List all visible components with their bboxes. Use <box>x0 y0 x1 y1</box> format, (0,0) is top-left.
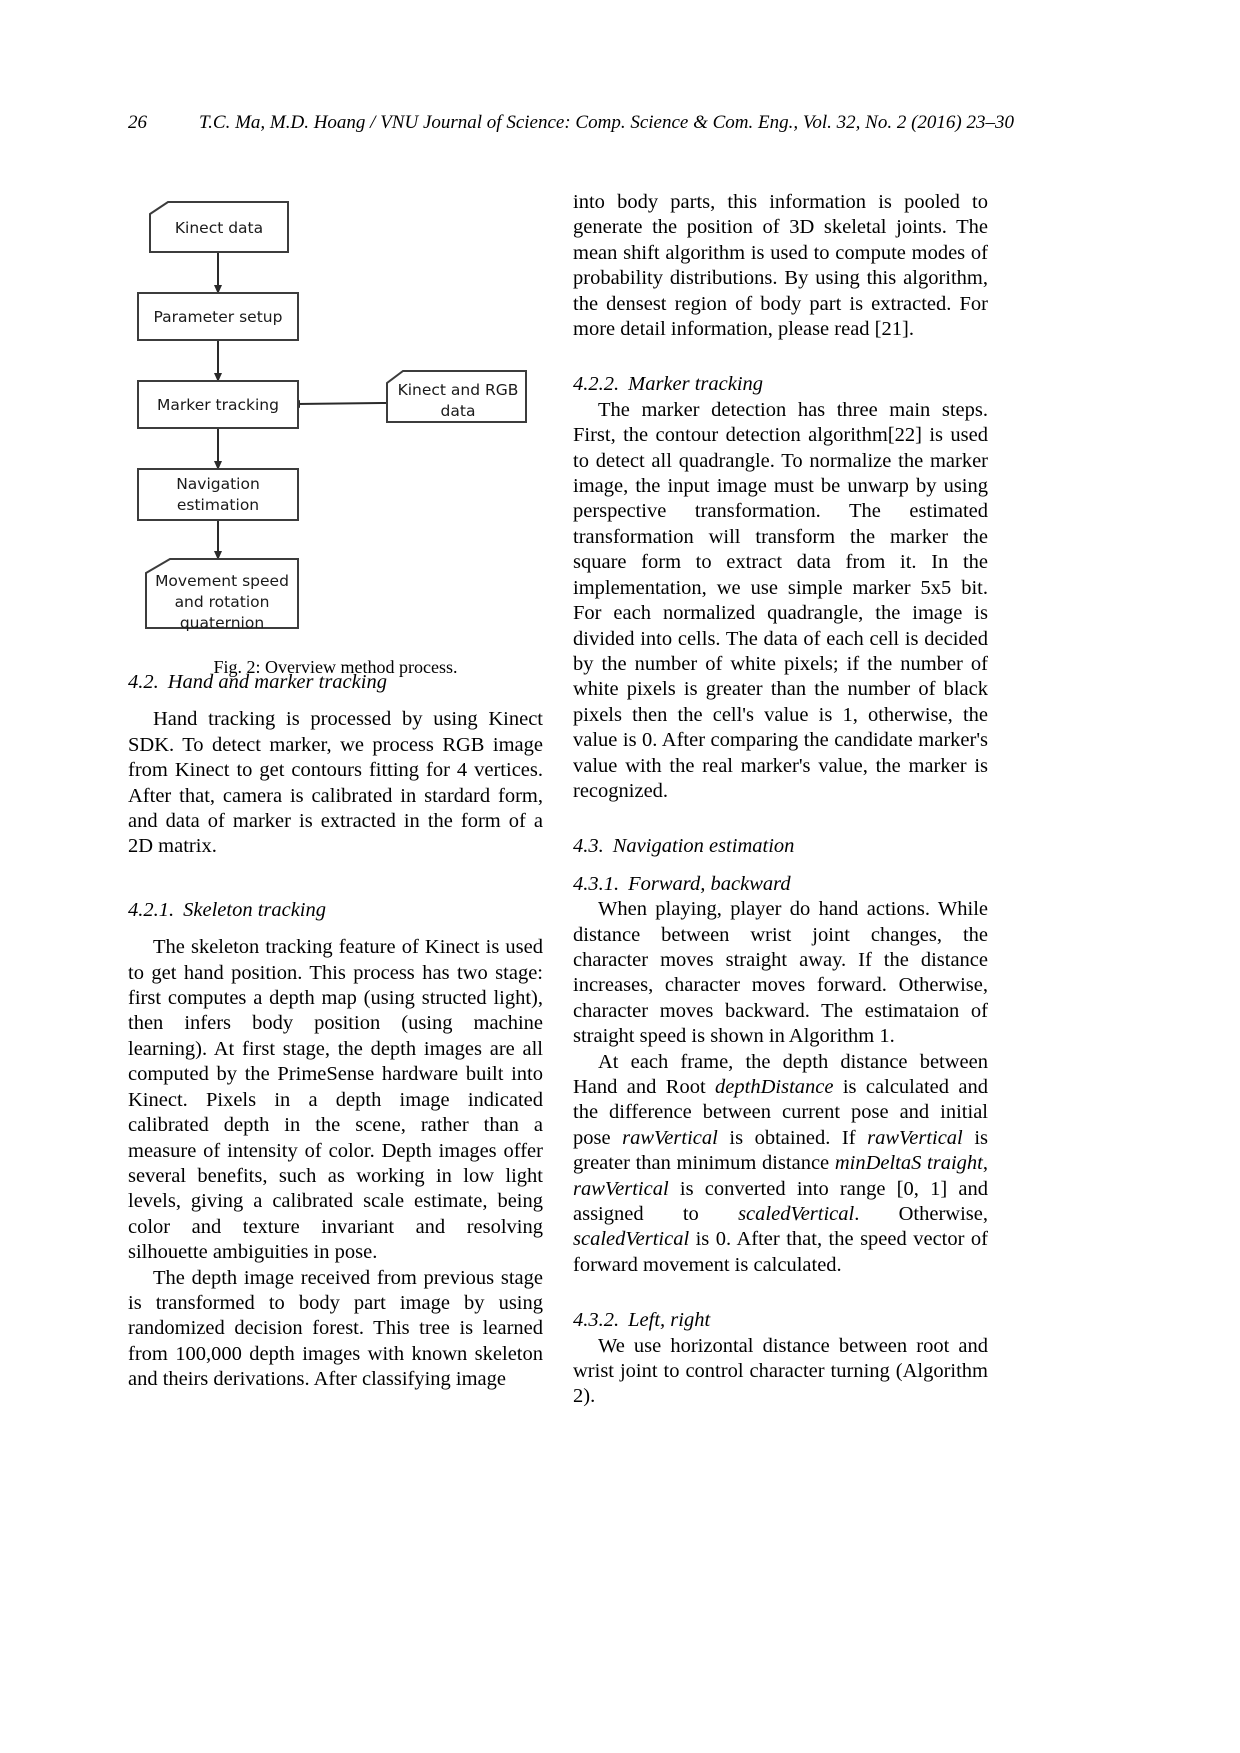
heading-4-3-1-number: 4.3.1. <box>573 872 620 895</box>
figure-2: Kinect data Parameter setup Marker track… <box>128 190 543 677</box>
connector-kinectdata-to-parametersetup <box>214 252 222 294</box>
page-number: 26 <box>128 112 147 133</box>
connector-navigationestimation-to-movementoutput <box>214 520 222 560</box>
flow-node-kinect-and-rgb-data-label-line1: Kinect and RGB <box>398 381 519 399</box>
flow-node-marker-tracking-label: Marker tracking <box>157 396 279 414</box>
figure-2-caption: Fig. 2: Overview method process. <box>213 657 458 677</box>
math-variable: rawVertical <box>573 1177 669 1200</box>
math-variable: rawVertical <box>867 1126 963 1149</box>
math-variable: minDeltaS traight <box>834 1152 983 1175</box>
math-variable: scaledVertical <box>573 1228 690 1251</box>
flowchart-diagram: Kinect data Parameter setup Marker track… <box>137 201 527 632</box>
heading-4-3-2: 4.3.2. Left, right <box>573 1308 988 1333</box>
flow-node-kinect-and-rgb-data-label-line2: data <box>441 402 476 420</box>
heading-4-3-number: 4.3. <box>573 835 604 858</box>
paragraph-skeleton-tracking-1: The skeleton tracking feature of Kinect … <box>128 936 543 1264</box>
connector-kinectrgbdata-to-markertracking <box>290 400 387 408</box>
page: 26 T.C. Ma, M.D. Hoang / VNU Journal of … <box>0 0 1240 1753</box>
flow-node-movement-output-label-line3: quaternion <box>180 614 264 632</box>
math-variable: scaledVertical <box>738 1203 855 1226</box>
paragraph-left-right: We use horizontal distance between root … <box>573 1334 988 1408</box>
flow-node-kinect-data: Kinect data <box>149 201 289 253</box>
flow-node-navigation-estimation-label-line1: Navigation <box>176 475 260 493</box>
running-head-text: T.C. Ma, M.D. Hoang / VNU Journal of Sci… <box>199 112 1014 133</box>
heading-4-3-1-title: Forward, backward <box>628 872 791 895</box>
paragraph-forward-backward-2: At each frame, the depth distance betwee… <box>573 1050 988 1276</box>
heading-4-3-title: Navigation estimation <box>612 835 795 858</box>
math-variable: rawVertical <box>622 1126 718 1149</box>
heading-4-2-2-number: 4.2.2. <box>573 373 620 396</box>
paragraph-continued-body-parts: into body parts, this information is poo… <box>573 191 988 341</box>
heading-4-2-2: 4.2.2. Marker tracking <box>573 372 988 397</box>
heading-4-2-2-title: Marker tracking <box>628 373 764 396</box>
running-head: 26 T.C. Ma, M.D. Hoang / VNU Journal of … <box>128 112 1068 138</box>
heading-4-3: 4.3. Navigation estimation <box>573 834 988 859</box>
heading-4-2-1: 4.2.1. Skeleton tracking <box>128 898 543 923</box>
left-column: Kinect data Parameter setup Marker track… <box>128 190 543 1393</box>
flow-node-movement-output: Movement speed and rotation quaternion <box>145 558 299 632</box>
heading-4-3-2-number: 4.3.2. <box>573 1309 620 1332</box>
paragraph-skeleton-tracking-2: The depth image received from previous s… <box>128 1266 543 1391</box>
math-variable: depthDistance <box>715 1076 834 1098</box>
heading-4-2-1-title: Skeleton tracking <box>183 898 327 921</box>
flow-node-kinect-data-label: Kinect data <box>175 219 263 237</box>
connector-markertracking-to-navigationestimation <box>214 428 222 470</box>
right-column: into body parts, this information is poo… <box>573 190 988 1410</box>
flow-node-navigation-estimation: Navigation estimation <box>137 468 299 521</box>
flow-node-movement-output-label-line2: and rotation <box>175 593 270 611</box>
flow-node-marker-tracking: Marker tracking <box>137 380 299 429</box>
connector-parametersetup-to-markertracking <box>214 340 222 382</box>
flow-node-parameter-setup-label: Parameter setup <box>154 308 283 326</box>
paragraph-forward-backward-1: When playing, player do hand actions. Wh… <box>573 898 988 1048</box>
flow-node-navigation-estimation-label-line2: estimation <box>177 496 259 514</box>
flow-node-movement-output-label-line1: Movement speed <box>155 572 289 590</box>
heading-4-3-1: 4.3.1. Forward, backward <box>573 872 988 897</box>
heading-4-3-2-title: Left, right <box>628 1309 711 1332</box>
flow-node-parameter-setup: Parameter setup <box>137 292 299 341</box>
flow-node-kinect-and-rgb-data: Kinect and RGB data <box>386 370 527 423</box>
paragraph-hand-marker-tracking: Hand tracking is processed by using Kine… <box>128 708 543 858</box>
heading-4-2-1-number: 4.2.1. <box>128 898 175 921</box>
paragraph-marker-tracking: The marker detection has three main step… <box>573 398 988 802</box>
